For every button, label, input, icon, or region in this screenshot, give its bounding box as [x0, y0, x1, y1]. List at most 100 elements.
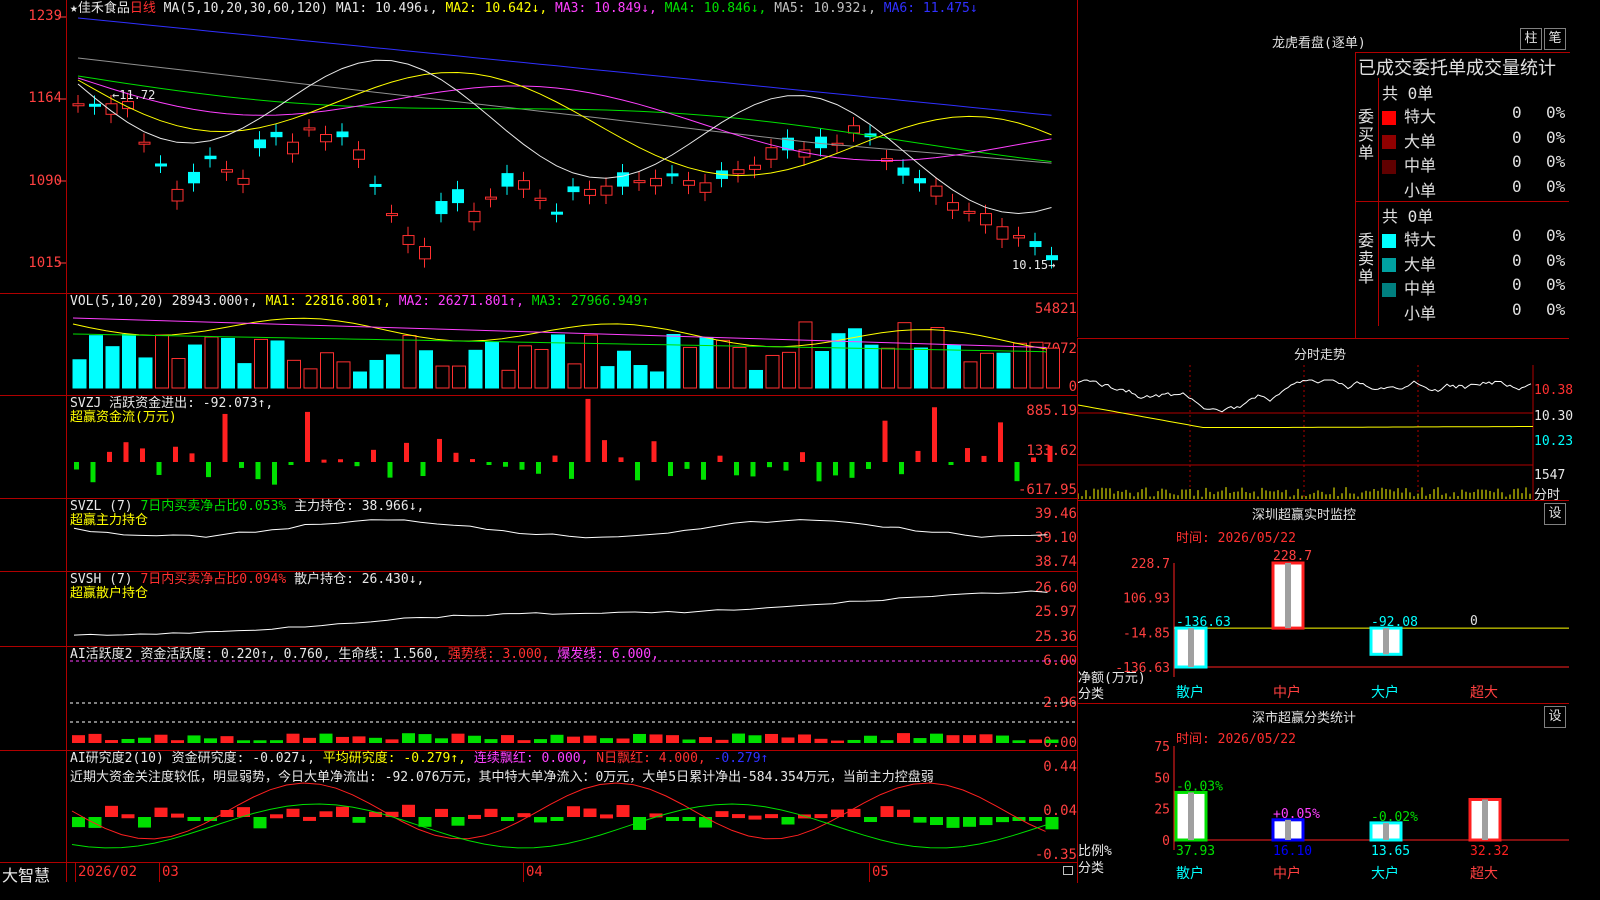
- kline-pane[interactable]: ★佳禾食品日线 MA(5,10,20,30,60,120) MA1: 10.49…: [0, 0, 1077, 294]
- volume-bar: [765, 354, 780, 389]
- tick-view-button[interactable]: 笔: [1544, 28, 1566, 50]
- sell-name: 特大: [1404, 230, 1437, 249]
- buy-name: 大单: [1404, 131, 1437, 151]
- flow-bar: [1031, 457, 1036, 462]
- buy-name: 中单: [1404, 156, 1437, 175]
- volume-bar: [155, 334, 169, 389]
- stats-bar-shade: [1285, 819, 1291, 840]
- candle-body: [567, 186, 580, 193]
- volume-bar: [980, 352, 994, 389]
- sell-percent: 0%: [1546, 250, 1566, 270]
- svzl-pane[interactable]: SVZL (7) 7日内买卖净占比0.053% 主力持仓: 38.966↓, 超…: [0, 499, 1077, 572]
- candle-body: [336, 131, 349, 138]
- date-label: 04: [526, 864, 543, 880]
- intraday-chart[interactable]: [1078, 365, 1569, 500]
- volume-bar: [749, 369, 763, 389]
- svzj-chart[interactable]: [0, 396, 1077, 498]
- research-bar: [154, 807, 168, 817]
- svzj-pane[interactable]: SVZJ 活跃资金进出: -92.073↑, 超赢资金流(万元) 885.19 …: [0, 396, 1077, 499]
- research-bar: [732, 814, 745, 819]
- candle-body: [485, 196, 497, 200]
- activity-bar: [138, 737, 151, 743]
- volume-bar: [963, 361, 978, 389]
- activity-bar: [781, 737, 795, 743]
- activity-bar: [517, 740, 531, 743]
- candlestick-chart[interactable]: [0, 0, 1077, 293]
- research-bar: [699, 817, 712, 828]
- fenshi-panel[interactable]: 分时走势 10.38 10.30 10.23 1547 分时: [1077, 338, 1573, 503]
- candle-body: [369, 183, 382, 187]
- candle-body: [419, 246, 431, 260]
- volume-bar: [485, 341, 499, 389]
- sell-row: 中单 0 0%: [1382, 275, 1568, 298]
- activity-bar: [1029, 739, 1042, 743]
- candle-body: [683, 180, 695, 186]
- activity-bar: [154, 734, 168, 743]
- candle-body: [947, 202, 959, 211]
- volume-bar: [782, 351, 796, 389]
- svsh-chart[interactable]: [0, 572, 1077, 646]
- volume-bar: [633, 365, 648, 389]
- sell-swatch: [1382, 233, 1396, 248]
- flow-bar: [701, 462, 706, 480]
- bar-value-label: 0: [1470, 614, 1478, 629]
- stats-panel[interactable]: 深市超赢分类统计 设 时间: 2026/05/22 75 50 25 0 -0.03% 3…: [1077, 703, 1569, 883]
- bar-view-button[interactable]: 柱: [1520, 28, 1542, 50]
- flow-bar: [173, 446, 178, 462]
- sell-name: 大单: [1404, 254, 1437, 274]
- activity-bar: [187, 735, 201, 743]
- y-tick-label: 50: [1154, 771, 1170, 786]
- research-bar: [402, 804, 415, 817]
- ai-research-chart[interactable]: [0, 751, 1077, 862]
- research-bar: [897, 809, 910, 817]
- monitor-bar-shade: [1188, 628, 1194, 667]
- research-bar: [484, 808, 498, 817]
- volume-bar: [897, 322, 912, 389]
- flow-bar: [717, 455, 723, 462]
- fs-price-tick: 10.38: [1534, 383, 1574, 398]
- ai-activity-pane[interactable]: AI活跃度2 资金活跃度: 0.220↑, 0.760, 生命线: 1.560,…: [0, 647, 1077, 751]
- volume-pane[interactable]: VOL(5,10,20) 28943.000↑, MA1: 22816.801↑…: [0, 294, 1077, 396]
- research-bar: [88, 817, 102, 828]
- activity-bar: [897, 733, 910, 743]
- brand-label[interactable]: 大智慧: [2, 862, 50, 886]
- candle-body: [105, 103, 118, 115]
- ai-activity-chart[interactable]: [0, 647, 1077, 750]
- activity-bar: [930, 733, 943, 743]
- monitor-bar-chart[interactable]: 228.7106.93-14.85-136.63-136.63散户228.7中户…: [1078, 501, 1569, 703]
- candle-body: [320, 134, 332, 143]
- activity-bar: [204, 738, 217, 743]
- ma-line: [77, 57, 1052, 164]
- ai-research-pane[interactable]: AI研究度2(10) 资金研究度: -0.027↓, 平均研究度: -0.279…: [0, 751, 1077, 863]
- sell-volume: 0: [1512, 250, 1522, 270]
- research-bar: [583, 808, 597, 817]
- buy-volume: 0: [1512, 103, 1522, 122]
- research-bar: [468, 814, 481, 819]
- activity-bar: [567, 736, 580, 743]
- sell-row: 大单 0 0%: [1382, 250, 1568, 274]
- stats-bar-chart[interactable]: 75 50 25 0 -0.03% 37.93 散户 +0.05% 16.10 中户 -0.02% 1…: [1078, 704, 1569, 883]
- lock-icon[interactable]: [1063, 866, 1073, 875]
- activity-bar: [270, 740, 283, 743]
- activity-bar: [831, 740, 844, 743]
- buy-row: 特大 0 0%: [1382, 103, 1568, 126]
- volume-chart[interactable]: [0, 294, 1077, 395]
- lhb-title: 龙虎看盘(逐单): [1272, 36, 1366, 51]
- svsh-pane[interactable]: SVSH (7) 7日内买卖净占比0.094% 散户持仓: 26.430↓, 超…: [0, 572, 1077, 647]
- volume-bar: [815, 351, 829, 389]
- activity-bar: [847, 739, 861, 743]
- sell-percent: 0%: [1546, 299, 1566, 319]
- category-label: 中户: [1273, 865, 1301, 882]
- candle-body: [980, 213, 992, 226]
- bar-value-label: 32.32: [1470, 844, 1509, 859]
- activity-bar: [814, 738, 828, 743]
- flow-bar: [503, 462, 508, 467]
- svzl-chart[interactable]: [0, 499, 1077, 571]
- holding-line: [73, 590, 1048, 636]
- volume-bar: [683, 346, 697, 389]
- monitor-panel[interactable]: 深圳超赢实时监控 设 时间: 2026/05/22 228.7 106.93 -14…: [1077, 500, 1569, 703]
- volume-bar: [666, 333, 681, 389]
- activity-bar: [880, 740, 894, 743]
- research-bar: [616, 805, 630, 817]
- volume-bar: [270, 340, 285, 389]
